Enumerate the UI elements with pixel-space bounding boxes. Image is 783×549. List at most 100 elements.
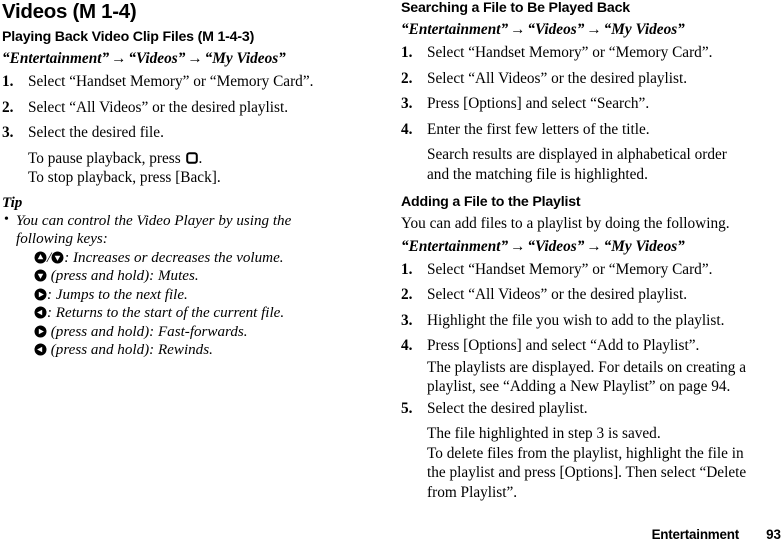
arrow-right-icon: → [111,50,127,67]
arrow-right-icon: → [187,50,203,67]
step-text: Press [Options] and select “Search”. [427,95,650,112]
key-description-volume: /: Increases or decreases the volume. [2,249,384,268]
note-playlists-displayed-line-2: playlist, see “Adding a New Playlist” on… [427,378,731,395]
step-number: 1. [401,44,413,61]
note-stop-playback: To stop playback, press [Back]. [28,169,221,186]
step-number: 1. [2,73,14,90]
note-delete-from-playlist-line-1: To delete files from the playlist, highl… [427,444,744,462]
section-heading-playing-back: Playing Back Video Clip Files (M 1-4-3) [2,29,255,45]
step-text: Select “All Videos” or the desired playl… [427,286,688,303]
key-text: : Jumps to the next file. [47,286,188,303]
nav-path-part-2: “Videos” [527,21,585,38]
nav-path-part-2: “Videos” [128,50,186,67]
tip-label: Tip [2,194,23,211]
step-number: 3. [401,311,413,329]
note-pause-prefix: To pause playback, press [28,149,185,167]
step-number: 4. [401,120,413,138]
list-item: 2. Select “All Videos” or the desired pl… [401,285,783,305]
list-item: 3. Highlight the file you wish to add to… [401,311,783,331]
key-description-next-file: : Jumps to the next file. [2,286,384,305]
step-text: Select “All Videos” or the desired playl… [427,69,688,87]
key-description-rewind: (press and hold): Rewinds. [2,341,384,360]
tip-intro-line-2: following keys: [16,231,108,247]
down-key-icon [34,269,47,282]
nav-path-part-2: “Videos” [527,237,585,255]
step-text: Select “Handset Memory” or “Memory Card”… [28,73,314,90]
tip-intro-line-1: You can control the Video Player by usin… [16,212,292,229]
right-key-icon [34,288,47,301]
nav-path-part-1: “Entertainment” [401,21,509,38]
note-pause-suffix: . [198,149,203,167]
nav-path-part-3: “My Videos” [204,50,286,67]
step-number: 3. [401,95,413,112]
list-item: 4. Enter the first few letters of the ti… [401,120,783,140]
footer-chapter-name: Entertainment [651,527,740,542]
step-number: 1. [401,260,413,278]
manual-page: Videos (M 1-4) Playing Back Video Clip F… [0,0,783,549]
page-title: Videos (M 1-4) [2,0,137,23]
right-column: Searching a File to Be Played Back “Ente… [401,0,783,502]
page-footer: Entertainment 93 [0,525,783,545]
down-key-icon [51,251,64,264]
right-key-icon [34,325,47,338]
section-heading-searching: Searching a File to Be Played Back [401,0,630,16]
section-heading-adding-file: Adding a File to the Playlist [401,194,581,210]
note-search-results-line-1: Search results are displayed in alphabet… [427,146,727,163]
key-text: (press and hold): Rewinds. [47,342,213,358]
step-number: 2. [401,286,413,303]
up-key-icon [34,251,47,264]
tip-intro-continued: following keys: [2,230,384,249]
nav-path-part-3: “My Videos” [603,21,685,38]
arrow-right-icon: → [510,237,526,255]
step-text: Select the desired playlist. [427,399,588,417]
key-description-fast-forward: (press and hold): Fast-forwards. [2,323,384,342]
nav-path-part-1: “Entertainment” [2,50,110,67]
bullet-icon: • [4,211,9,227]
intro-adding-file: You can add files to a playlist by doing… [401,215,730,232]
step-text: Select “Handset Memory” or “Memory Card”… [427,260,713,278]
key-description-restart-file: : Returns to the start of the current fi… [2,304,384,323]
note-file-saved: The file highlighted in step 3 is saved. [427,425,661,442]
note-delete-from-playlist-line-2: the playlist and press [Options]. Then s… [427,464,747,481]
list-item: 1. Select “Handset Memory” or “Memory Ca… [401,260,783,280]
arrow-right-icon: → [586,21,602,38]
list-item: 1. Select “Handset Memory” or “Memory Ca… [401,43,783,63]
step-text: Select “All Videos” or the desired playl… [28,98,289,116]
left-key-icon [34,306,47,319]
list-item: 5. Select the desired playlist. [401,399,783,419]
note-pause-playback: To pause playback, press . [2,149,384,169]
step-number: 3. [2,124,14,141]
key-text: : Returns to the start of the current fi… [47,305,285,321]
key-text: (press and hold): Mutes. [47,268,199,284]
arrow-right-icon: → [586,237,602,255]
list-item: 1. Select “Handset Memory” or “Memory Ca… [2,72,384,92]
step-number: 2. [2,98,14,116]
step-text: Press [Options] and select “Add to Playl… [427,337,700,354]
key-text: : Increases or decreases the volume. [64,249,284,266]
list-item: 3. Select the desired file. [2,123,384,143]
step-number: 2. [401,69,413,87]
list-item: 4. Press [Options] and select “Add to Pl… [401,336,783,356]
arrow-right-icon: → [510,21,526,38]
note-search-results-line-2: and the matching file is highlighted. [427,165,648,183]
nav-path-playing-back: “Entertainment” → “Videos” → “My Videos” [2,49,384,69]
step-text: Select the desired file. [28,124,164,141]
step-number: 4. [401,337,413,354]
footer-page-number: 93 [766,527,781,542]
nav-path-part-3: “My Videos” [603,237,685,255]
center-key-icon [185,151,198,164]
nav-path-searching: “Entertainment” → “Videos” → “My Videos” [401,20,783,40]
step-text: Highlight the file you wish to add to th… [427,311,725,329]
tip-intro: • You can control the Video Player by us… [2,212,384,231]
left-key-icon [34,343,47,356]
step-text: Enter the first few letters of the title… [427,120,650,138]
step-number: 5. [401,399,413,417]
list-item: 3. Press [Options] and select “Search”. [401,94,783,114]
left-column: Videos (M 1-4) Playing Back Video Clip F… [2,0,384,360]
note-playlists-displayed-line-1: The playlists are displayed. For details… [427,358,747,376]
key-description-mute: (press and hold): Mutes. [2,267,384,286]
list-item: 2. Select “All Videos” or the desired pl… [401,69,783,89]
nav-path-adding-file: “Entertainment” → “Videos” → “My Videos” [401,237,783,257]
note-delete-from-playlist-line-3: from Playlist”. [427,483,518,501]
step-text: Select “Handset Memory” or “Memory Card”… [427,44,713,61]
